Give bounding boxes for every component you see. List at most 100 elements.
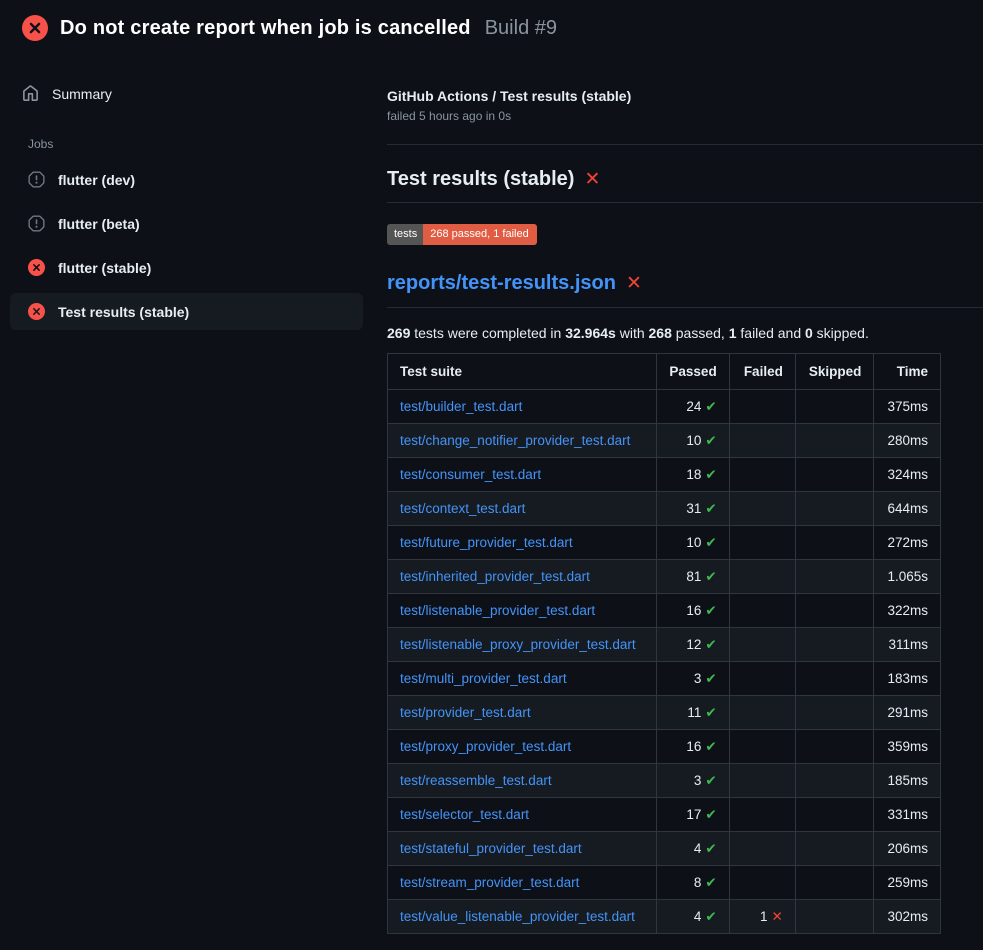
sidebar-job-label: flutter (beta)	[58, 216, 140, 232]
test-suite-link[interactable]: test/consumer_test.dart	[400, 467, 541, 482]
passed-cell: 8✔	[657, 866, 729, 900]
sidebar: Summary Jobs flutter (dev)	[0, 54, 375, 337]
failed-cell: ✕	[729, 662, 795, 696]
failed-cell: ✕	[729, 594, 795, 628]
passed-cell: 81✔	[657, 560, 729, 594]
table-row: test/context_test.dart 31✔ ✕ 644ms	[388, 492, 941, 526]
time-cell: 322ms	[874, 594, 941, 628]
failed-cell: ✕	[729, 764, 795, 798]
check-icon: ✔	[705, 569, 716, 584]
sidebar-job-item[interactable]: Test results (stable)	[10, 293, 363, 330]
test-suite-link[interactable]: test/selector_test.dart	[400, 807, 529, 822]
failed-cell: ✕	[729, 560, 795, 594]
sidebar-job-label: flutter (stable)	[58, 260, 151, 276]
report-heading: reports/test-results.json ✕	[387, 272, 983, 308]
sidebar-item-summary[interactable]: Summary	[10, 76, 363, 111]
run-meta: failed 5 hours ago in 0s	[387, 109, 983, 123]
skipped-cell	[795, 492, 874, 526]
sidebar-job-item[interactable]: flutter (beta)	[10, 205, 363, 242]
jobs-list: flutter (dev) flutter (beta)	[10, 161, 363, 330]
table-row: test/builder_test.dart 24✔ ✕ 375ms	[388, 390, 941, 424]
skipped-cell	[795, 594, 874, 628]
passed-cell: 3✔	[657, 662, 729, 696]
main-content: GitHub Actions / Test results (stable) f…	[375, 54, 983, 934]
check-icon: ✔	[705, 841, 716, 856]
table-row: test/reassemble_test.dart 3✔ ✕ 185ms	[388, 764, 941, 798]
summary-passed: 268	[649, 325, 672, 341]
sidebar-job-label: flutter (dev)	[58, 172, 135, 188]
time-cell: 302ms	[874, 900, 941, 934]
column-header-passed: Passed	[657, 354, 729, 390]
test-suite-link[interactable]: test/builder_test.dart	[400, 399, 522, 414]
passed-cell: 10✔	[657, 424, 729, 458]
passed-cell: 3✔	[657, 764, 729, 798]
passed-cell: 4✔	[657, 900, 729, 934]
test-suite-link[interactable]: test/provider_test.dart	[400, 705, 531, 720]
tests-badge: tests 268 passed, 1 failed	[387, 224, 537, 245]
test-suite-link[interactable]: test/listenable_provider_test.dart	[400, 603, 595, 618]
test-suite-link[interactable]: test/stateful_provider_test.dart	[400, 841, 582, 856]
table-row: test/change_notifier_provider_test.dart …	[388, 424, 941, 458]
time-cell: 185ms	[874, 764, 941, 798]
test-suite-link[interactable]: test/inherited_provider_test.dart	[400, 569, 590, 584]
sidebar-job-item[interactable]: flutter (dev)	[10, 161, 363, 198]
column-header-skipped: Skipped	[795, 354, 874, 390]
passed-cell: 16✔	[657, 730, 729, 764]
failed-cell: ✕	[729, 492, 795, 526]
test-suite-link[interactable]: test/change_notifier_provider_test.dart	[400, 433, 630, 448]
check-icon: ✔	[705, 909, 716, 924]
passed-cell: 18✔	[657, 458, 729, 492]
check-icon: ✔	[705, 433, 716, 448]
failed-cell: ✕	[729, 798, 795, 832]
time-cell: 1.065s	[874, 560, 941, 594]
test-suite-link[interactable]: test/context_test.dart	[400, 501, 525, 516]
failed-cell: ✕	[729, 390, 795, 424]
test-suite-link[interactable]: test/proxy_provider_test.dart	[400, 739, 571, 754]
results-table: Test suite Passed Failed Skipped Time te…	[387, 353, 941, 934]
failed-cell: 1✕	[729, 900, 795, 934]
summary-failed: 1	[729, 325, 737, 341]
table-row: test/selector_test.dart 17✔ ✕ 331ms	[388, 798, 941, 832]
report-file-link[interactable]: reports/test-results.json	[387, 272, 616, 295]
check-icon: ✔	[705, 399, 716, 414]
check-icon: ✔	[705, 603, 716, 618]
time-cell: 331ms	[874, 798, 941, 832]
sidebar-job-item[interactable]: flutter (stable)	[10, 249, 363, 286]
test-suite-link[interactable]: test/listenable_proxy_provider_test.dart	[400, 637, 636, 652]
time-cell: 272ms	[874, 526, 941, 560]
passed-cell: 31✔	[657, 492, 729, 526]
failed-cell: ✕	[729, 832, 795, 866]
test-suite-link[interactable]: test/stream_provider_test.dart	[400, 875, 579, 890]
summary-line: 269 tests were completed in 32.964s with…	[387, 325, 983, 341]
column-header-test-suite: Test suite	[388, 354, 657, 390]
time-cell: 183ms	[874, 662, 941, 696]
table-row: test/listenable_proxy_provider_test.dart…	[388, 628, 941, 662]
time-cell: 375ms	[874, 390, 941, 424]
test-suite-link[interactable]: test/multi_provider_test.dart	[400, 671, 567, 686]
test-suite-link[interactable]: test/reassemble_test.dart	[400, 773, 552, 788]
check-icon: ✔	[705, 637, 716, 652]
skipped-cell	[795, 866, 874, 900]
test-suite-link[interactable]: test/future_provider_test.dart	[400, 535, 573, 550]
test-suite-link[interactable]: test/value_listenable_provider_test.dart	[400, 909, 635, 924]
skipped-cell	[795, 730, 874, 764]
skipped-cell	[795, 900, 874, 934]
summary-skipped: 0	[805, 325, 813, 341]
check-icon: ✔	[705, 671, 716, 686]
failed-cell: ✕	[729, 696, 795, 730]
check-icon: ✔	[705, 807, 716, 822]
badge-label: tests	[387, 224, 423, 245]
skipped-cell	[795, 798, 874, 832]
passed-cell: 17✔	[657, 798, 729, 832]
skipped-cell	[795, 390, 874, 424]
failed-x-circle-icon	[28, 303, 45, 320]
table-row: test/future_provider_test.dart 10✔ ✕ 272…	[388, 526, 941, 560]
summary-text: skipped.	[813, 325, 869, 341]
passed-cell: 16✔	[657, 594, 729, 628]
time-cell: 291ms	[874, 696, 941, 730]
summary-text: failed and	[737, 325, 806, 341]
column-header-failed: Failed	[729, 354, 795, 390]
skipped-cell	[795, 662, 874, 696]
jobs-heading: Jobs	[28, 137, 363, 151]
check-icon: ✔	[705, 535, 716, 550]
